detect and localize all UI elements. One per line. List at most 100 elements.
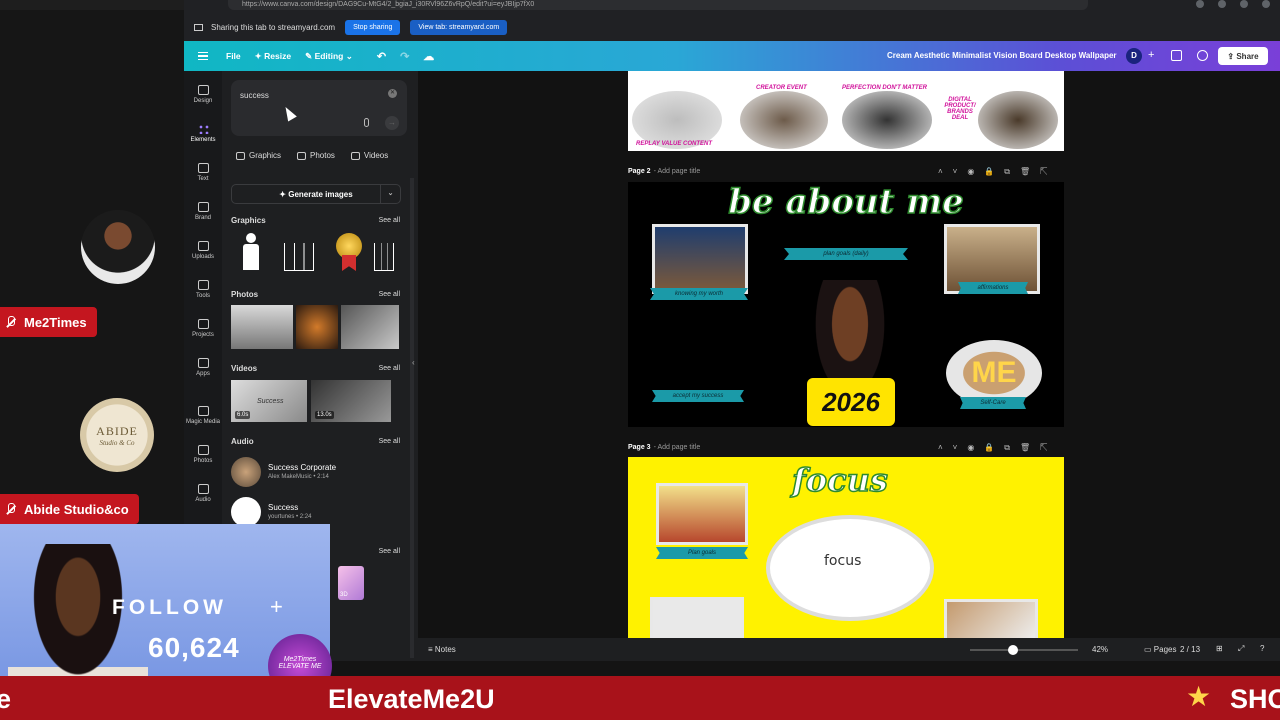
tab-graphics[interactable]: Graphics — [236, 151, 281, 160]
3d-result[interactable]: 3D — [338, 566, 364, 600]
tag-plan-goals[interactable]: plan goals (daily) — [784, 248, 908, 260]
audio-result[interactable]: Success yourtunes • 2:24 — [231, 497, 411, 527]
tag-self-care[interactable]: Self-Care — [960, 397, 1026, 409]
folder-icon — [197, 319, 209, 329]
page-2-heading[interactable]: be about me — [628, 182, 1064, 223]
share-button[interactable]: ⇪ Share — [1218, 47, 1268, 65]
add-collaborator-icon[interactable]: + — [1148, 49, 1154, 61]
graphic-result[interactable] — [282, 231, 316, 273]
video-result[interactable]: Success 6.0s — [231, 380, 307, 422]
rail-projects[interactable]: Projects — [184, 319, 222, 338]
add-page-title[interactable]: - Add page title — [654, 444, 701, 451]
page-3-title[interactable]: Page 3- Add page title — [628, 444, 700, 451]
rail-uploads[interactable]: Uploads — [184, 241, 222, 260]
generate-images-button[interactable]: ✦ Generate images ⌄ — [231, 184, 401, 204]
binoculars-image[interactable] — [656, 483, 748, 545]
creator-event-image[interactable] — [740, 91, 828, 149]
add-page-title[interactable]: - Add page title — [654, 168, 701, 175]
view-tab-button[interactable]: View tab: streamyard.com — [410, 19, 508, 35]
address-bar[interactable]: https://www.canva.com/design/DAG9Cu-MtG4… — [228, 0, 1088, 10]
microphone-icon[interactable] — [364, 118, 369, 127]
tag-plan-goals[interactable]: Plan goals — [656, 547, 748, 559]
fullscreen-icon[interactable]: ⤢ — [1238, 644, 1244, 654]
design-title[interactable]: Cream Aesthetic Minimalist Vision Board … — [887, 51, 1117, 60]
clock-image[interactable] — [650, 597, 744, 638]
page-2[interactable]: be about me knowing my worth plan goals … — [628, 182, 1064, 427]
search-box[interactable]: success ✕ → — [231, 80, 407, 136]
rail-magic-media[interactable]: Magic Media — [184, 406, 222, 425]
photo-result[interactable] — [231, 305, 293, 349]
photos-see-all[interactable]: See all — [379, 291, 400, 298]
grid-view-icon[interactable]: ⊞ — [1216, 644, 1223, 653]
profile-icon[interactable] — [1240, 0, 1248, 8]
undo-icon[interactable]: ↶ — [377, 50, 386, 63]
tab-photos[interactable]: Photos — [297, 151, 335, 160]
rail-tools[interactable]: Tools — [184, 280, 222, 299]
perfection-image[interactable] — [842, 91, 932, 149]
graphic-result[interactable] — [372, 231, 398, 273]
audio-result[interactable]: Success Corporate Alex MakeMusic • 2:14 — [231, 457, 411, 487]
arrow-right-icon[interactable]: → — [385, 116, 399, 130]
rail-audio[interactable]: Audio — [184, 484, 222, 503]
tag-affirmations[interactable]: affirmations — [958, 282, 1028, 294]
star-icon[interactable] — [1196, 0, 1204, 8]
tag-accept-my-success[interactable]: accept my success — [652, 390, 744, 402]
notes-button[interactable]: ≡ Notes — [428, 645, 456, 654]
resize-button[interactable]: ✦ Resize — [255, 51, 291, 62]
rail-photos[interactable]: Photos — [184, 445, 222, 464]
more-see-all[interactable]: See all — [379, 548, 400, 555]
photo-result[interactable] — [296, 305, 338, 349]
rail-apps[interactable]: Apps — [184, 358, 222, 377]
insights-icon[interactable] — [1171, 50, 1182, 61]
page-2-title[interactable]: Page 2- Add page title — [628, 168, 700, 175]
zoom-slider[interactable] — [970, 645, 1078, 655]
page-1[interactable]: CREATOR EVENT PERFECTION DON'T MATTER DI… — [628, 71, 1064, 151]
star-icon: ★ — [1186, 681, 1212, 712]
main-menu-icon[interactable] — [198, 52, 208, 60]
rail-brand[interactable]: Brand — [184, 202, 222, 221]
page-3-heading[interactable]: focus — [791, 460, 888, 500]
audio-see-all[interactable]: See all — [379, 438, 400, 445]
audio-heading: Audio — [231, 437, 254, 446]
help-icon[interactable]: ? — [1260, 644, 1264, 653]
page-number: Page 2 — [628, 168, 651, 175]
pages-button[interactable]: ▭ Pages — [1144, 645, 1176, 654]
rail-elements[interactable]: Elements — [184, 124, 222, 143]
editing-mode-button[interactable]: ✎ Editing ⌄ — [305, 51, 353, 62]
redo-icon[interactable]: ↷ — [400, 50, 409, 63]
music-note-icon — [197, 484, 209, 494]
user-avatar[interactable]: D — [1126, 48, 1142, 64]
know-your-worth-image[interactable] — [652, 224, 748, 294]
rail-text[interactable]: Text — [184, 163, 222, 182]
videos-see-all[interactable]: See all — [379, 365, 400, 372]
graphic-result[interactable] — [332, 231, 366, 273]
focus-bulb-image[interactable]: focus — [766, 515, 934, 621]
video-result[interactable]: 13.0s — [311, 380, 391, 422]
year-badge[interactable]: 2026 — [807, 378, 895, 426]
page-3[interactable]: focus Plan goals focus — [628, 457, 1064, 638]
comments-icon[interactable] — [1197, 50, 1208, 61]
cloud-save-icon[interactable]: ☁ — [423, 50, 434, 63]
rail-design[interactable]: Design — [184, 85, 222, 104]
graphics-see-all[interactable]: See all — [379, 217, 400, 224]
page-3-toolbar[interactable]: ˄˅◉🔒⧉🗑⇱ — [938, 443, 1058, 453]
file-menu[interactable]: File — [226, 51, 241, 61]
panel-scrollbar[interactable] — [410, 178, 414, 658]
chevron-down-icon[interactable]: ⌄ — [380, 185, 400, 203]
zoom-level[interactable]: 42% — [1092, 645, 1108, 654]
tag-knowing-my-worth[interactable]: knowing my worth — [650, 288, 748, 300]
graduation-image[interactable] — [944, 599, 1038, 638]
clear-icon[interactable]: ✕ — [388, 89, 397, 98]
menu-icon[interactable] — [1262, 0, 1270, 8]
photo-result[interactable] — [341, 305, 399, 349]
tab-videos[interactable]: Videos — [350, 151, 388, 160]
zoom-slider-handle[interactable] — [1008, 645, 1018, 655]
plus-icon: + — [270, 594, 283, 619]
me-image[interactable]: ME — [946, 340, 1042, 406]
graphic-result[interactable] — [234, 231, 268, 273]
page-2-toolbar[interactable]: ˄˅◉🔒⧉🗑⇱ — [938, 167, 1058, 177]
stop-sharing-button[interactable]: Stop sharing — [345, 19, 401, 35]
digital-marketing-image[interactable] — [978, 91, 1058, 149]
extensions-icon[interactable] — [1218, 0, 1226, 8]
search-input[interactable]: success — [240, 91, 269, 100]
